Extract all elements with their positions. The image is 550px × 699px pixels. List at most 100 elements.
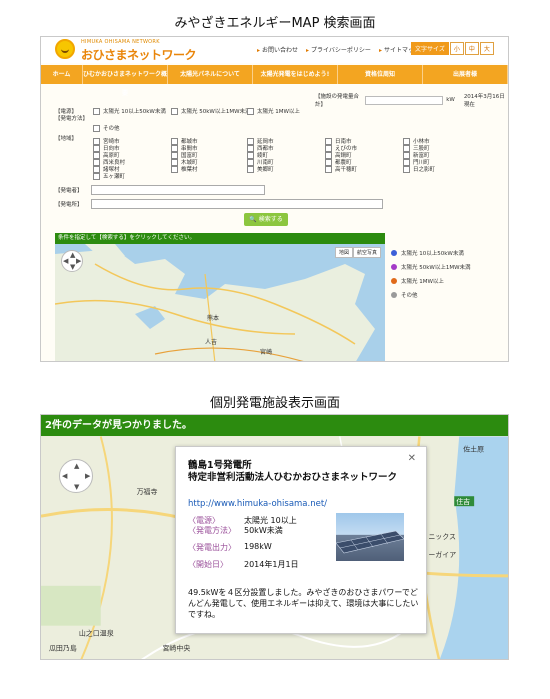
- font-size-large[interactable]: 大: [479, 42, 494, 55]
- pan-down-icon[interactable]: ▼: [70, 263, 75, 271]
- plant-location-label: 【発電所】: [55, 202, 83, 208]
- solar-panel-photo: [336, 513, 404, 561]
- instruction-bar: 条件を指定して【検索する】をクリックしてください。: [55, 233, 385, 244]
- close-icon[interactable]: ✕: [408, 453, 416, 464]
- facility-owner: 特定非営利活動法人ひむかおひさまネットワーク: [188, 472, 398, 483]
- map-marker-icon: [391, 278, 397, 284]
- plant-location-input[interactable]: [91, 199, 383, 209]
- generation-total: 【施設の発電量合計】 kW 2014年3月16日現在: [315, 92, 508, 108]
- map-label-miyazaki-chuo: 宮崎中央: [162, 644, 190, 653]
- output-label: 〈発電出力〉: [188, 543, 236, 552]
- nav-home[interactable]: ホーム: [41, 65, 83, 84]
- map-marker-icon: [391, 292, 397, 298]
- area-option[interactable]: 日之影町: [403, 165, 435, 173]
- legend-label: その他: [401, 293, 418, 299]
- map-label-miyazaki: 宮崎: [260, 348, 272, 356]
- map-label-sumiyoshi: 住吉: [456, 497, 470, 506]
- legend-label: 太陽光 10以上50kW未満: [401, 251, 464, 257]
- nav-exhibitors[interactable]: 出展者様: [423, 65, 508, 84]
- map-label-yamanokuchi: 山之口温泉: [79, 629, 114, 638]
- bottom-caption: 個別発電施設表示画面: [209, 396, 340, 411]
- facility-description: 49.5kWを４区分設置しました。みやざきのおひさまパワーでどんどん発電して、使…: [188, 588, 419, 619]
- pan-down-icon[interactable]: ▼: [74, 483, 79, 491]
- sun-logo-icon[interactable]: [55, 39, 75, 59]
- area-label: 【地域】: [55, 136, 78, 142]
- font-size-control: 文字サイズ 小 中 大: [411, 42, 494, 55]
- map-pan-control[interactable]: ▲ ◀ ▶ ▼: [61, 250, 83, 272]
- gen-total-field: [364, 95, 444, 105]
- map-label-manpukuji: 万福寺: [137, 487, 158, 496]
- font-size-small[interactable]: 小: [449, 42, 464, 55]
- pan-right-icon[interactable]: ▶: [85, 472, 90, 480]
- map-label-nicks: ニックス: [428, 533, 456, 541]
- util-link-contact[interactable]: お問い合わせ: [257, 45, 298, 54]
- search-button[interactable]: 🔍 検索する: [244, 213, 288, 226]
- legend-label: 太陽光 50kW以上1MW未満: [401, 265, 471, 271]
- map-type-tabs: 地図 航空写真: [334, 247, 381, 258]
- top-caption: みやざきエネルギーMAP 検索画面: [174, 16, 376, 31]
- area-option[interactable]: 高千穂町: [325, 165, 357, 173]
- map-tab-map[interactable]: 地図: [334, 247, 353, 258]
- font-size-label: 文字サイズ: [411, 42, 449, 55]
- nav-panels[interactable]: 太陽光パネルについて: [168, 65, 253, 84]
- start-date-label: 〈開始日〉: [188, 560, 228, 569]
- map-marker-icon: [391, 264, 397, 270]
- map-tab-satellite[interactable]: 航空写真: [352, 247, 381, 258]
- solar-panel-graphic: [336, 530, 404, 554]
- power-option-medium[interactable]: 太陽光 50kW以上1MW未満: [171, 107, 251, 115]
- search-screen: HIMUKA OHISAMA NETWORK おひさまネットワーク お問い合わせ…: [40, 36, 509, 362]
- utility-links: お問い合わせ プライバシーポリシー サイトマップ: [257, 45, 420, 54]
- pan-left-icon[interactable]: ◀: [63, 257, 68, 265]
- power-option-other[interactable]: その他: [93, 124, 120, 132]
- logo-subtitle: HIMUKA OHISAMA NETWORK: [81, 39, 160, 45]
- map-label-urita: 瓜田乃島: [49, 644, 77, 653]
- logo-title[interactable]: おひさまネットワーク: [81, 46, 197, 63]
- legend-label: 太陽光 1MW以上: [401, 279, 444, 285]
- facility-map-pan-control[interactable]: ▲ ◀ ▶ ▼: [59, 459, 93, 493]
- pan-up-icon[interactable]: ▲: [70, 251, 75, 259]
- nav-about[interactable]: ひむかおひさまネットワーク概要: [83, 65, 168, 97]
- map-label-sadowara: 佐土原: [463, 444, 484, 453]
- facility-url-link[interactable]: http://www.himuka-ohisama.net/: [188, 499, 327, 509]
- method-value: 50kW未満: [244, 526, 283, 535]
- plant-name-input[interactable]: [91, 185, 265, 195]
- facility-screen: 2件のデータが見つかりました。 住吉 佐土原 ニックス ーガイア 万福寺 山之口…: [40, 414, 509, 660]
- pan-up-icon[interactable]: ▲: [74, 462, 79, 470]
- method-label: 【発電方法】: [55, 116, 89, 122]
- plant-name-label: 【発電者】: [55, 188, 83, 194]
- gen-total-date: 2014年3月16日現在: [463, 94, 505, 108]
- start-date-value: 2014年1月1日: [244, 560, 299, 569]
- pan-right-icon[interactable]: ▶: [76, 257, 81, 265]
- power-option-small[interactable]: 太陽光 10以上50kW未満: [93, 107, 166, 115]
- legend-item: その他: [391, 291, 418, 299]
- search-map[interactable]: 熊本 人吉 宮崎 ▲ ◀ ▶ ▼ 地図 航空写真: [55, 244, 385, 361]
- map-label-kumamoto: 熊本: [207, 314, 219, 322]
- font-size-medium[interactable]: 中: [464, 42, 479, 55]
- map-marker-icon: [391, 250, 397, 256]
- gen-total-label: 【施設の発電量合計】: [315, 94, 360, 108]
- legend-item: 太陽光 1MW以上: [391, 277, 444, 285]
- util-link-privacy[interactable]: プライバシーポリシー: [306, 45, 371, 54]
- map-label-hitoyoshi: 人吉: [205, 339, 217, 346]
- area-option[interactable]: 五ヶ瀬町: [93, 172, 125, 180]
- search-icon: 🔍: [249, 216, 257, 223]
- legend-item: 太陽光 10以上50kW未満: [391, 249, 464, 257]
- nav-start[interactable]: 太陽光発電をはじめよう!: [253, 65, 338, 84]
- output-value: 198kW: [244, 542, 272, 551]
- legend-item: 太陽光 50kW以上1MW未満: [391, 263, 471, 271]
- facility-name: 鶴島1号発電所: [188, 460, 252, 471]
- pan-left-icon[interactable]: ◀: [62, 472, 67, 480]
- main-nav: ホーム ひむかおひさまネットワーク概要 太陽光パネルについて 太陽光発電をはじめ…: [41, 65, 508, 97]
- nav-notice[interactable]: 資格位周知: [338, 65, 423, 84]
- power-option-large[interactable]: 太陽光 1MW以上: [247, 107, 300, 115]
- area-option[interactable]: 美郷町: [247, 165, 274, 173]
- site-header: HIMUKA OHISAMA NETWORK おひさまネットワーク お問い合わせ…: [41, 37, 508, 63]
- map-label-gaia: ーガイア: [428, 550, 456, 559]
- search-map-graphic: 熊本 人吉 宮崎: [55, 244, 385, 361]
- area-option[interactable]: 椎葉村: [171, 165, 198, 173]
- facility-info-window: 鶴島1号発電所 特定非営利活動法人ひむかおひさまネットワーク ✕ http://…: [175, 446, 427, 634]
- result-count-bar: 2件のデータが見つかりました。: [41, 415, 508, 436]
- method-label: 〈発電方法〉: [188, 526, 236, 535]
- search-button-label: 検索する: [258, 216, 283, 223]
- gen-total-unit: kW: [446, 97, 455, 103]
